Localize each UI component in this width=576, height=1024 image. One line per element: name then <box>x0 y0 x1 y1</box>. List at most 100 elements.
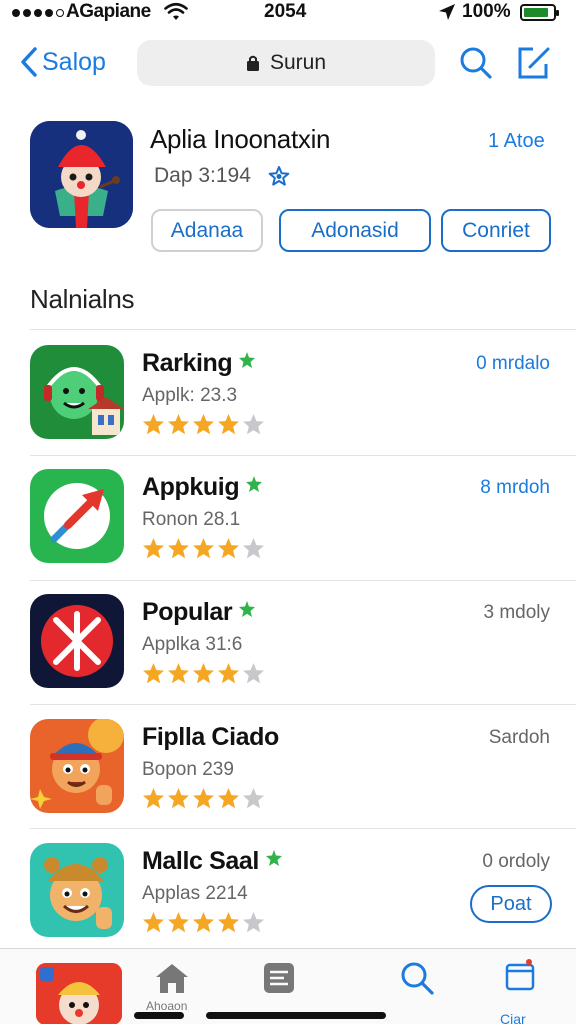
list-item[interactable]: Popular Applka 31:6 3 mdoly <box>0 594 576 718</box>
clown-character-icon <box>30 121 133 228</box>
tab-cart-label: Ciar <box>500 1011 526 1024</box>
battery-percent: 100% <box>462 1 511 22</box>
item-name: Fiplla Ciado <box>142 723 279 752</box>
navigation-bar: Salop Surun <box>0 38 576 90</box>
wifi-icon <box>164 2 188 20</box>
star-outline-icon <box>268 166 290 186</box>
item-meta: Applas 2214 <box>142 883 248 904</box>
battery-icon <box>520 4 559 21</box>
star-rating <box>142 787 265 810</box>
lock-icon <box>246 55 259 71</box>
item-meta: Ronon 28.1 <box>142 509 241 530</box>
list-item[interactable]: Appkuig Ronon 28.1 8 mrdoh <box>0 469 576 593</box>
red-cross-icon <box>30 594 124 688</box>
star-rating <box>142 537 265 560</box>
row-divider <box>30 580 576 581</box>
star-filled-icon <box>193 538 214 559</box>
back-label: Salop <box>42 47 106 76</box>
star-filled-icon <box>193 663 214 684</box>
address-search-field[interactable]: Surun <box>137 40 435 86</box>
star-filled-icon <box>218 663 239 684</box>
search-field-text: Surun <box>269 51 327 74</box>
star-filled-icon <box>143 788 164 809</box>
star-filled-icon <box>143 912 164 933</box>
star-empty-icon <box>243 788 264 809</box>
item-name-text: Fiplla Ciado <box>142 723 279 751</box>
back-button[interactable]: Salop <box>20 46 106 78</box>
home-icon[interactable] <box>154 961 190 995</box>
star-empty-icon <box>243 912 264 933</box>
star-filled-icon <box>143 663 164 684</box>
section-divider <box>30 329 576 330</box>
item-action[interactable]: Sardoh <box>489 727 550 749</box>
star-filled-icon <box>218 912 239 933</box>
clown-thumbnail-icon <box>36 963 122 1024</box>
adonasid-button[interactable]: Adonasid <box>279 209 431 252</box>
star-rating <box>142 911 265 934</box>
app-icon <box>30 469 124 563</box>
star-filled-icon <box>218 414 239 435</box>
item-action[interactable]: 0 ordoly <box>482 851 550 873</box>
list-item[interactable]: Fiplla Ciado Bopon 239 Sardoh <box>0 719 576 843</box>
item-meta: Applka 31:6 <box>142 634 243 655</box>
star-filled-icon <box>193 912 214 933</box>
location-arrow-icon <box>439 4 455 20</box>
item-action[interactable]: 3 mdoly <box>483 602 550 624</box>
app-icon <box>30 594 124 688</box>
star-filled-icon <box>168 912 189 933</box>
app-header-action[interactable]: 1 Atoe <box>488 130 545 153</box>
green-character-icon <box>30 345 124 439</box>
signal-dots-icon <box>12 9 64 17</box>
app-icon <box>30 843 124 937</box>
tab-home-label: Ahoaon <box>146 999 188 1013</box>
item-name: Rarking <box>142 349 256 378</box>
item-action[interactable]: 8 mrdoh <box>480 477 550 499</box>
row-divider <box>30 455 576 456</box>
compass-arrow-icon <box>30 469 124 563</box>
item-meta: Bopon 239 <box>142 759 234 780</box>
item-action[interactable]: 0 mrdalo <box>476 353 550 375</box>
item-name-text: Rarking <box>142 349 233 377</box>
row-divider <box>30 704 576 705</box>
list-item[interactable]: Rarking Applk: 23.3 0 mrdalo <box>0 345 576 469</box>
search-tab-icon[interactable] <box>400 961 436 997</box>
row-divider <box>30 828 576 829</box>
item-name-text: Appkuig <box>142 473 240 501</box>
app-icon <box>30 719 124 813</box>
star-filled-icon <box>218 788 239 809</box>
star-filled-icon <box>168 538 189 559</box>
document-icon[interactable] <box>262 961 296 995</box>
item-name: Appkuig <box>142 473 263 502</box>
star-rating <box>142 662 265 685</box>
store-icon[interactable] <box>503 957 537 991</box>
chevron-left-icon <box>21 47 37 77</box>
star-filled-icon <box>143 414 164 435</box>
bear-character-icon <box>30 843 124 937</box>
star-empty-icon <box>243 663 264 684</box>
item-meta: Applk: 23.3 <box>142 385 238 406</box>
poat-button[interactable]: Poat <box>470 885 552 923</box>
item-name-text: Popular <box>142 598 233 626</box>
adanaa-button[interactable]: Adanaa <box>151 209 263 252</box>
app-subtitle: Dap 3:194 <box>154 164 251 187</box>
app-icon[interactable] <box>30 121 133 228</box>
star-filled-icon <box>143 538 164 559</box>
green-star-badge-icon <box>265 850 282 866</box>
conriet-button[interactable]: Conriet <box>441 209 551 252</box>
home-indicator <box>206 1012 386 1019</box>
search-icon[interactable] <box>459 46 493 80</box>
section-title: Nalnialns <box>30 284 135 314</box>
compose-icon[interactable] <box>516 45 552 81</box>
star-rating <box>142 413 265 436</box>
star-filled-icon <box>193 788 214 809</box>
status-bar: AGapiane 2054 100% <box>0 0 576 26</box>
green-star-badge-icon <box>239 352 256 368</box>
item-name: Popular <box>142 598 256 627</box>
clock: 2054 <box>264 1 307 22</box>
tab-thumbnail[interactable] <box>36 963 122 1024</box>
app-title: Aplia Inoonatxin <box>150 124 331 154</box>
item-name: Mallc Saal <box>142 847 283 876</box>
star-empty-icon <box>243 538 264 559</box>
star-filled-icon <box>218 538 239 559</box>
cartoon-boy-icon <box>30 719 124 813</box>
